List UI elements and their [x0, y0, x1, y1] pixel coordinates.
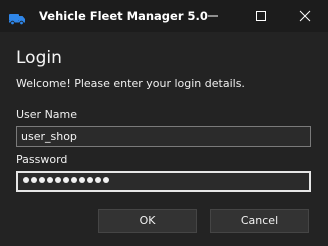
password-mask-dot	[103, 177, 109, 183]
minimize-button[interactable]	[190, 0, 236, 32]
password-mask-dot	[55, 177, 61, 183]
password-mask-dot	[95, 177, 101, 183]
username-label: User Name	[16, 108, 78, 121]
password-input[interactable]	[16, 171, 311, 192]
login-window: Vehicle Fleet Manager 5.0 Login Welcome!…	[0, 0, 328, 246]
welcome-message: Welcome! Please enter your login details…	[16, 77, 245, 90]
ok-button[interactable]: OK	[98, 209, 197, 233]
close-icon	[299, 10, 311, 22]
password-mask	[23, 177, 109, 183]
page-title: Login	[16, 48, 62, 68]
password-mask-dot	[71, 177, 77, 183]
password-mask-dot	[79, 177, 85, 183]
maximize-button[interactable]	[238, 0, 284, 32]
window-title: Vehicle Fleet Manager 5.0	[39, 9, 208, 23]
truck-icon	[9, 10, 26, 26]
minimize-icon	[208, 15, 218, 17]
maximize-icon	[256, 11, 266, 21]
password-label: Password	[16, 153, 68, 166]
password-mask-dot	[39, 177, 45, 183]
password-mask-dot	[23, 177, 29, 183]
password-mask-dot	[47, 177, 53, 183]
username-input[interactable]	[16, 126, 311, 147]
password-mask-dot	[63, 177, 69, 183]
password-mask-dot	[87, 177, 93, 183]
cancel-button[interactable]: Cancel	[210, 209, 309, 233]
close-button[interactable]	[282, 0, 328, 32]
password-mask-dot	[31, 177, 37, 183]
title-bar[interactable]: Vehicle Fleet Manager 5.0	[0, 0, 328, 32]
